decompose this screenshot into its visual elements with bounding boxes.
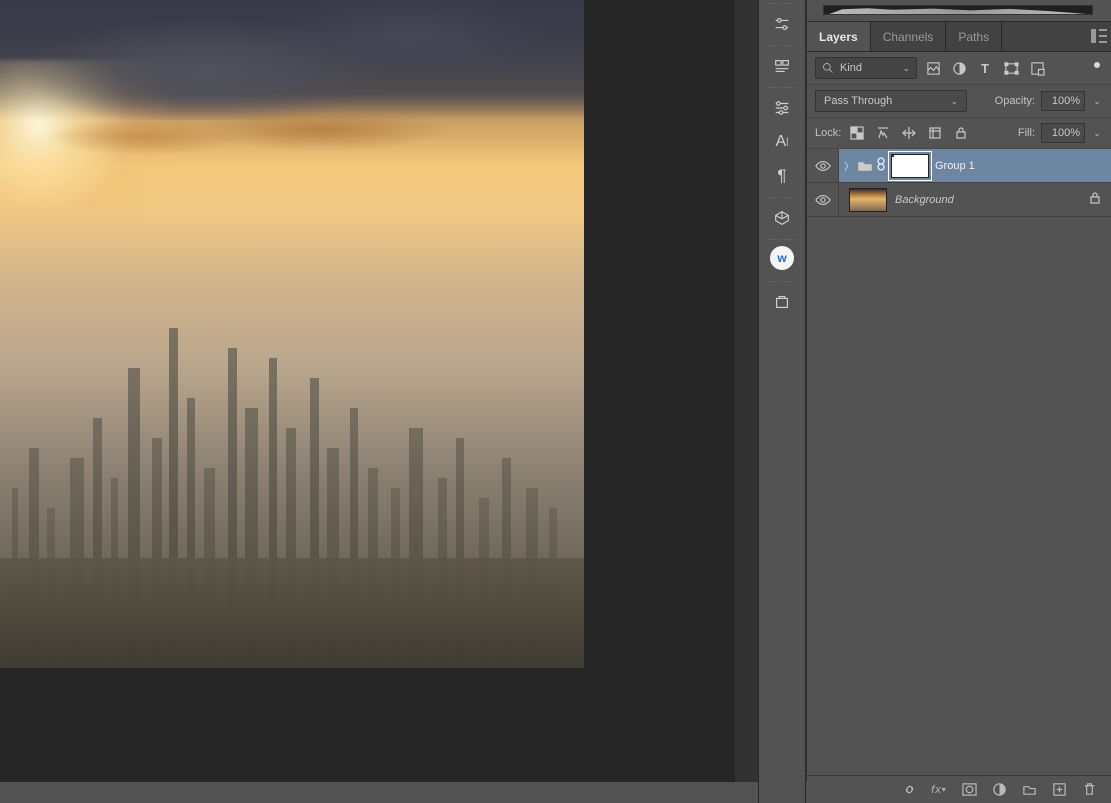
visibility-toggle[interactable] xyxy=(807,149,839,182)
delete-layer-icon[interactable] xyxy=(1081,782,1097,798)
filter-toggle-switch[interactable] xyxy=(1093,61,1101,69)
filter-smartobject-icon[interactable] xyxy=(1027,58,1047,78)
layer-list[interactable]: 〉 Group 1 Background xyxy=(807,149,1111,775)
libraries-panel-icon[interactable] xyxy=(766,288,798,316)
character-panel-icon[interactable]: A| xyxy=(766,128,798,156)
chevron-down-icon: ⌄ xyxy=(902,63,910,74)
collapsed-panel-dock: A| ¶ w xyxy=(758,0,806,803)
tab-layers[interactable]: Layers xyxy=(807,22,871,51)
layer-name-label[interactable]: Group 1 xyxy=(935,160,975,172)
tab-paths[interactable]: Paths xyxy=(946,22,1002,51)
folder-icon xyxy=(857,159,873,173)
link-layers-icon[interactable] xyxy=(901,782,917,798)
lock-transparency-icon[interactable] xyxy=(847,123,867,143)
layers-panel: Layers Channels Paths Kind ⌄ T Pass Thro… xyxy=(807,21,1111,803)
blend-mode-value: Pass Through xyxy=(824,95,892,107)
tab-channels[interactable]: Channels xyxy=(871,22,947,51)
opacity-input[interactable]: 100% xyxy=(1041,91,1085,111)
layer-name-label[interactable]: Background xyxy=(895,194,954,206)
paragraph-panel-icon[interactable]: ¶ xyxy=(766,162,798,190)
panel-menu-icon[interactable] xyxy=(1091,29,1107,43)
filter-pixel-icon[interactable] xyxy=(923,58,943,78)
chevron-down-icon: ⌄ xyxy=(950,96,958,107)
filter-adjustment-icon[interactable] xyxy=(949,58,969,78)
layer-row-background[interactable]: Background xyxy=(807,183,1111,217)
layers-panel-footer: fx▾ xyxy=(807,775,1111,803)
properties-panel-icon[interactable] xyxy=(766,94,798,122)
histogram-preview[interactable] xyxy=(823,5,1093,15)
styles-panel-icon[interactable] xyxy=(766,52,798,80)
lock-artboard-icon[interactable] xyxy=(925,123,945,143)
lock-all-icon[interactable] xyxy=(951,123,971,143)
filter-kind-dropdown[interactable]: Kind ⌄ xyxy=(815,57,917,79)
new-group-icon[interactable] xyxy=(1021,782,1037,798)
opacity-label[interactable]: Opacity: xyxy=(995,95,1035,107)
new-adjustment-icon[interactable] xyxy=(991,782,1007,798)
layer-filter-row: Kind ⌄ T xyxy=(807,52,1111,85)
workspace-canvas-area[interactable] xyxy=(0,0,735,782)
blend-opacity-row: Pass Through ⌄ Opacity: 100% ⌄ xyxy=(807,85,1111,118)
group-disclosure-icon[interactable]: 〉 xyxy=(843,158,855,173)
mask-link-icon[interactable] xyxy=(876,157,888,174)
fill-slider-toggle[interactable]: ⌄ xyxy=(1091,123,1103,143)
blend-mode-dropdown[interactable]: Pass Through ⌄ xyxy=(815,90,967,112)
lock-label: Lock: xyxy=(815,127,841,139)
background-lock-icon[interactable] xyxy=(1089,191,1101,208)
layer-mask-thumbnail[interactable] xyxy=(891,154,929,178)
search-icon xyxy=(822,62,834,74)
filter-kind-label: Kind xyxy=(840,62,862,74)
layer-row-group1[interactable]: 〉 Group 1 xyxy=(807,149,1111,183)
filter-type-icon[interactable]: T xyxy=(975,58,995,78)
opacity-slider-toggle[interactable]: ⌄ xyxy=(1091,91,1103,111)
layer-fx-icon[interactable]: fx▾ xyxy=(931,782,947,798)
new-layer-icon[interactable] xyxy=(1051,782,1067,798)
fill-label[interactable]: Fill: xyxy=(1018,127,1035,139)
web-export-icon[interactable]: w xyxy=(770,246,794,270)
adjustments-panel-icon[interactable] xyxy=(766,10,798,38)
lock-fill-row: Lock: Fill: 100% ⌄ xyxy=(807,118,1111,149)
panel-tabbar: Layers Channels Paths xyxy=(807,22,1111,52)
add-mask-icon[interactable] xyxy=(961,782,977,798)
document-image[interactable] xyxy=(0,0,584,668)
fill-input[interactable]: 100% xyxy=(1041,123,1085,143)
filter-shape-icon[interactable] xyxy=(1001,58,1021,78)
layer-thumbnail[interactable] xyxy=(849,188,887,212)
histogram-panel-stub xyxy=(807,0,1111,21)
3d-panel-icon[interactable] xyxy=(766,204,798,232)
lock-image-icon[interactable] xyxy=(873,123,893,143)
visibility-toggle[interactable] xyxy=(807,183,839,216)
lock-position-icon[interactable] xyxy=(899,123,919,143)
